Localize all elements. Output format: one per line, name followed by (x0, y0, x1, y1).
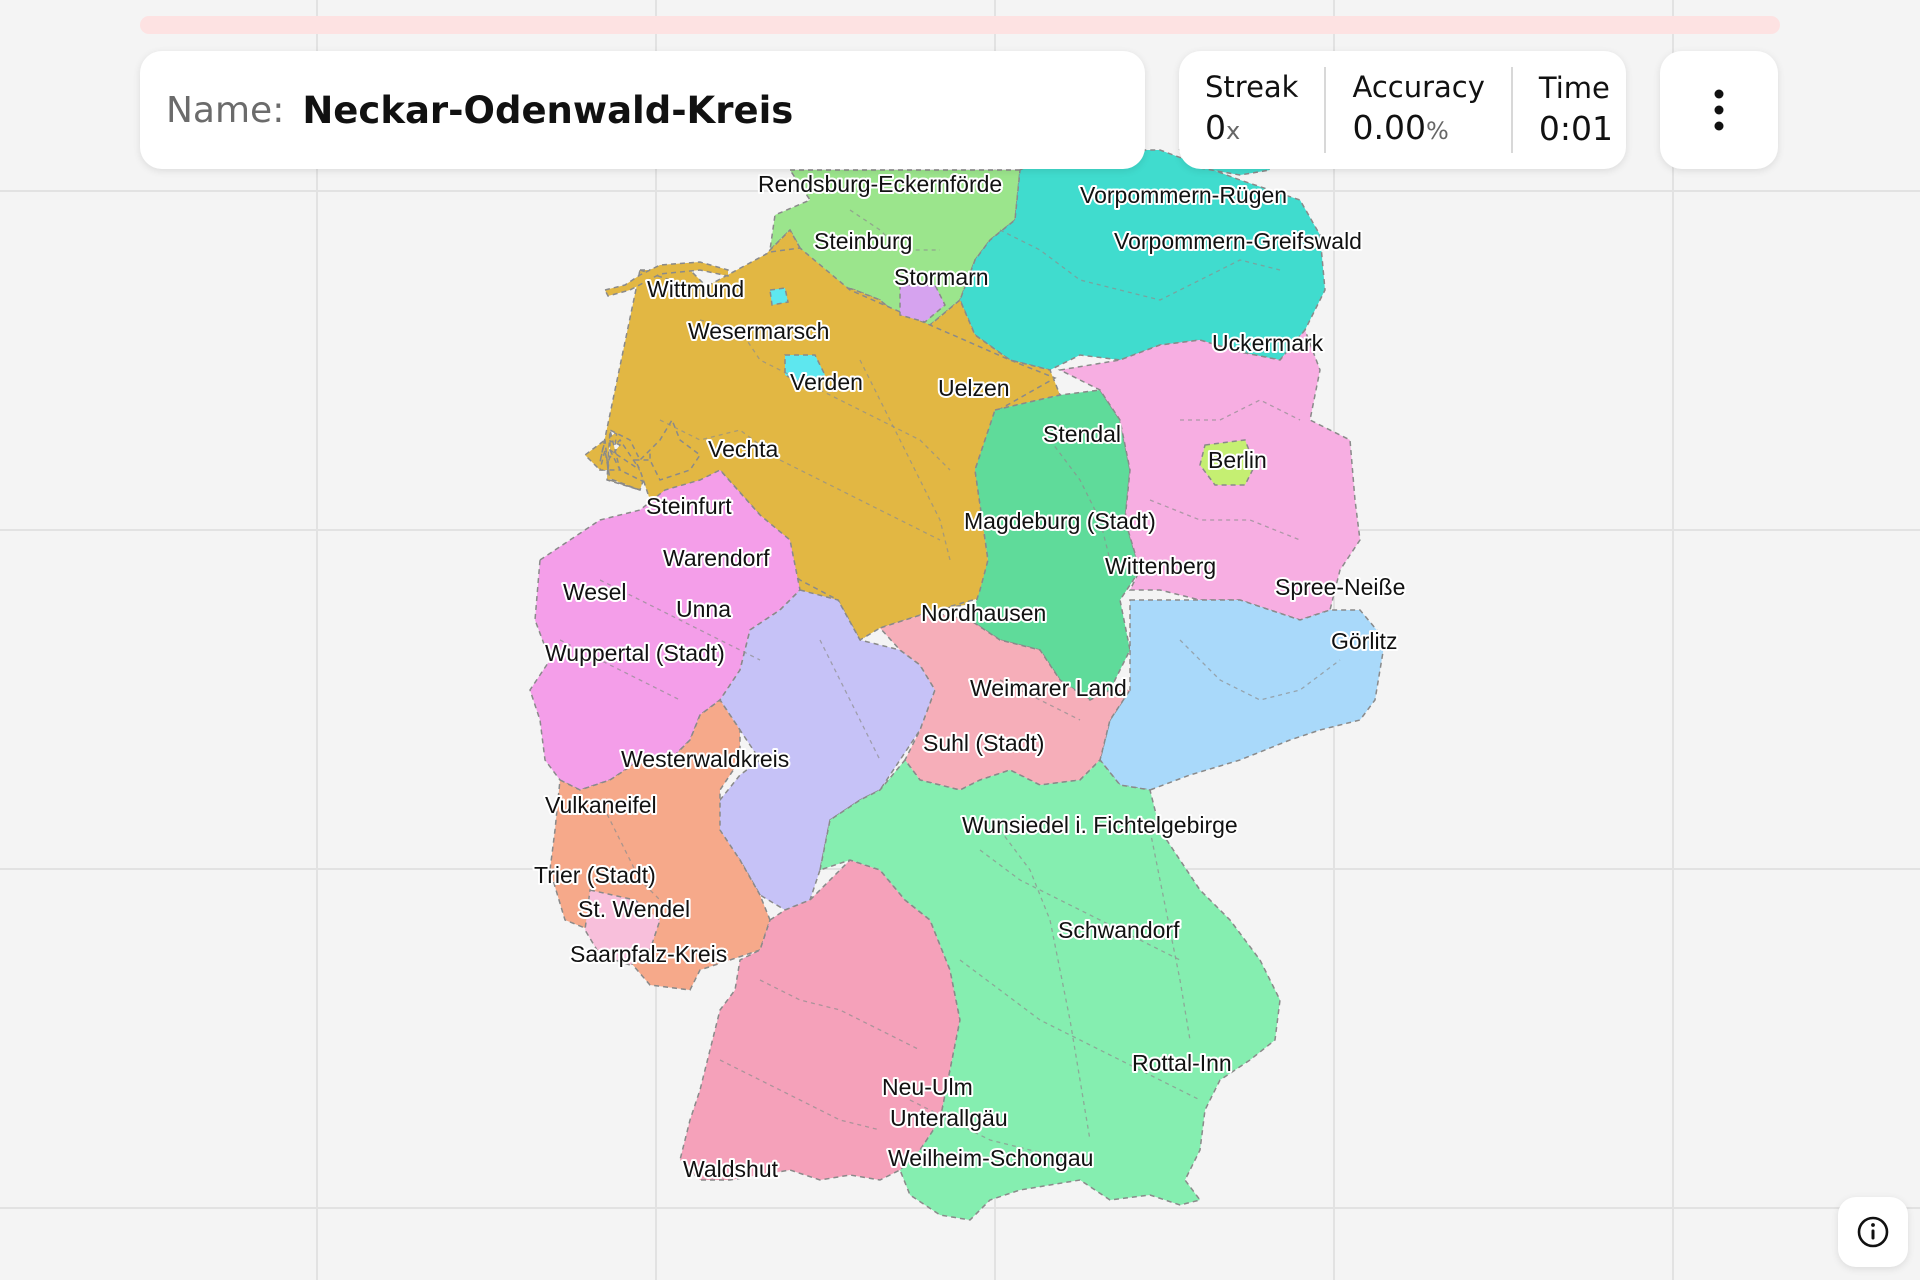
map-label: Wittenberg (1105, 553, 1216, 579)
map-label: Görlitz (1331, 628, 1397, 654)
map-label: Wuppertal (Stadt) (545, 640, 725, 666)
map-label: Uckermark (1212, 330, 1324, 356)
info-icon (1857, 1216, 1889, 1248)
stat-streak-unit: x (1226, 116, 1241, 145)
germany-map[interactable]: Rendsburg-Eckernförde Vorpommern-Rügen S… (0, 0, 1920, 1280)
stats-card: Streak 0x Accuracy 0.00% Time 0:01 (1179, 51, 1626, 169)
map-label: Saarpfalz-Kreis (570, 941, 727, 967)
stat-streak: Streak 0x (1179, 51, 1324, 169)
map-label: Neu-Ulm (882, 1074, 973, 1100)
map-label: Warendorf (663, 545, 770, 571)
map-label: Unna (676, 596, 731, 622)
map-label: Uelzen (938, 375, 1010, 401)
stat-accuracy-value: 0.00 (1352, 107, 1426, 147)
map-label: Vulkaneifel (545, 792, 657, 818)
map-label: Suhl (Stadt) (923, 730, 1044, 756)
map-label: Rendsburg-Eckernförde (758, 171, 1002, 197)
stat-time: Time 0:01 (1510, 67, 1639, 153)
map-label: Berlin (1208, 447, 1267, 473)
prompt-card: Name: Neckar-Odenwald-Kreis (140, 51, 1145, 169)
stat-accuracy: Accuracy 0.00% (1324, 67, 1510, 153)
info-button[interactable] (1838, 1197, 1908, 1267)
stat-accuracy-label: Accuracy (1352, 69, 1485, 104)
map-label: Spree-Neiße (1275, 574, 1405, 600)
map-label: Stormarn (894, 264, 989, 290)
map-label: Schwandorf (1058, 917, 1180, 943)
map-label: Unterallgäu (890, 1105, 1008, 1131)
prompt-value: Neckar-Odenwald-Kreis (302, 88, 794, 132)
map-label: Stendal (1043, 421, 1121, 447)
stat-accuracy-unit: % (1425, 116, 1449, 145)
map-label: Wittmund (647, 276, 744, 302)
map-label: Vechta (708, 436, 779, 462)
map-label: Weimarer Land (970, 675, 1127, 701)
map-label: Weilheim-Schongau (888, 1145, 1093, 1171)
map-label: St. Wendel (578, 896, 690, 922)
stat-streak-value: 0 (1205, 107, 1226, 147)
map-label: Wunsiedel i. Fichtelgebirge (962, 812, 1238, 838)
map-label: Magdeburg (Stadt) (964, 508, 1156, 534)
map-label: Waldshut (683, 1156, 779, 1182)
stat-time-label: Time (1538, 71, 1610, 105)
map-label: Rottal-Inn (1132, 1050, 1232, 1076)
stat-accuracy-value-wrap: 0.00% (1352, 106, 1484, 153)
map-label: Steinburg (814, 228, 912, 254)
map-label: Trier (Stadt) (534, 862, 656, 888)
map-label: Westerwaldkreis (621, 746, 789, 772)
map-label: Steinfurt (646, 493, 732, 519)
map-label: Vorpommern-Rügen (1080, 182, 1287, 208)
map-label: Wesermarsch (688, 318, 829, 344)
menu-button[interactable] (1660, 51, 1778, 169)
map-label: Vorpommern-Greifswald (1114, 228, 1362, 254)
prompt-label: Name: (166, 89, 285, 131)
stat-time-value: 0:01 (1538, 109, 1613, 148)
more-vertical-icon (1714, 89, 1724, 131)
map-label: Wesel (563, 579, 627, 605)
map-label: Nordhausen (921, 600, 1046, 626)
region-bremen-coast[interactable] (769, 287, 789, 306)
stat-streak-value-wrap: 0x (1205, 106, 1298, 153)
stat-streak-label: Streak (1205, 69, 1299, 104)
map-label: Verden (790, 369, 863, 395)
